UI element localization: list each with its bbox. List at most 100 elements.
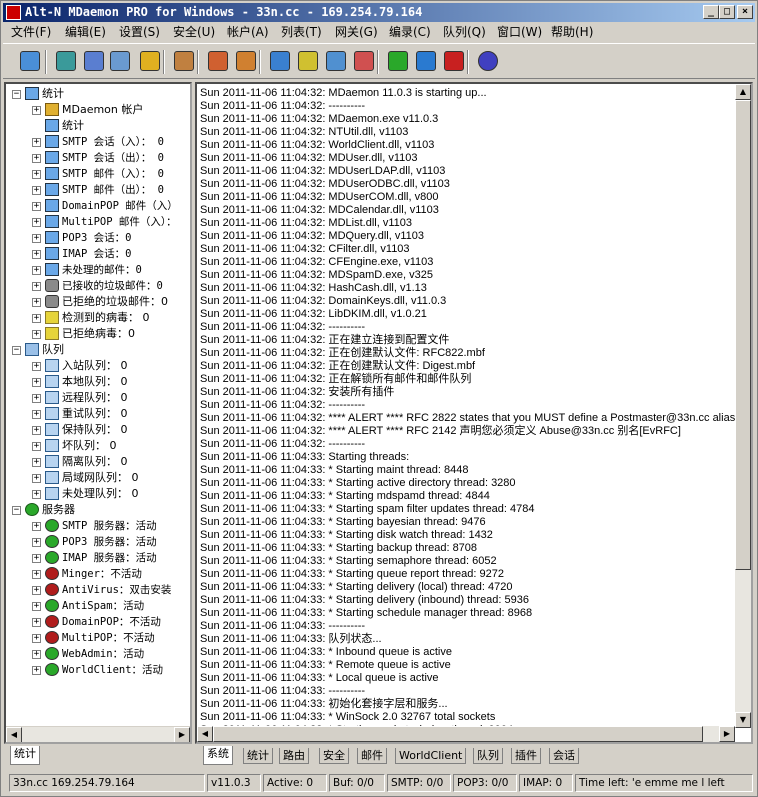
tree-item[interactable]: + 未处理的邮件：0 [32, 262, 190, 278]
menu-item[interactable]: 网关(G) [335, 23, 378, 42]
find-user-button[interactable] [171, 48, 197, 74]
expand-toggle-icon[interactable]: + [32, 154, 41, 163]
refresh-button[interactable] [267, 48, 293, 74]
tree-item[interactable]: + DomainPOP 邮件（入） [32, 198, 190, 214]
menu-item[interactable]: 设置(S) [119, 23, 160, 42]
expand-toggle-icon[interactable]: + [32, 314, 41, 323]
tree-item[interactable]: + 隔离队列： 0 [32, 454, 190, 470]
expand-toggle-icon[interactable]: + [32, 410, 41, 419]
tree-item[interactable]: + 检测到的病毒： 0 [32, 310, 190, 326]
menu-item[interactable]: 帮助(H) [551, 23, 593, 42]
tab-2[interactable]: 路由 [279, 748, 309, 764]
tree-item[interactable]: + 重试队列： 0 [32, 406, 190, 422]
tree-item[interactable]: + SMTP 会话（入）： 0 [32, 134, 190, 150]
menu-item[interactable]: 帐户(A) [227, 23, 269, 42]
expand-toggle-icon[interactable]: + [32, 330, 41, 339]
expand-toggle-icon[interactable]: + [32, 650, 41, 659]
tree-item[interactable]: + 局域网队列： 0 [32, 470, 190, 486]
red-button-button[interactable] [441, 48, 467, 74]
refresh-yellow-button[interactable] [295, 48, 321, 74]
tree-item[interactable]: + SMTP 邮件（入）： 0 [32, 166, 190, 182]
menu-item[interactable]: 编辑(E) [65, 23, 106, 42]
tab-stats[interactable]: 统计 [10, 746, 40, 765]
tree-item[interactable]: + 保持队列： 0 [32, 422, 190, 438]
minimize-button[interactable]: _ [703, 5, 719, 19]
expand-toggle-icon[interactable]: + [32, 538, 41, 547]
tree-item[interactable]: + WebAdmin：活动 [32, 646, 190, 662]
tree-item[interactable]: + 已拒绝的垃圾邮件：0 [32, 294, 190, 310]
tree-item[interactable]: − 统计 [12, 86, 190, 102]
expand-toggle-icon[interactable]: + [32, 426, 41, 435]
tree-item[interactable]: + SMTP 会话（出）： 0 [32, 150, 190, 166]
green-button-button[interactable] [385, 48, 411, 74]
expand-toggle-icon[interactable]: + [32, 282, 41, 291]
expand-toggle-icon[interactable]: + [32, 602, 41, 611]
expand-toggle-icon[interactable]: + [32, 170, 41, 179]
expand-toggle-icon[interactable]: + [32, 570, 41, 579]
tab-5[interactable]: WorldClient [395, 748, 467, 764]
tree-item[interactable]: + 远程队列： 0 [32, 390, 190, 406]
expand-toggle-icon[interactable]: + [32, 458, 41, 467]
expand-toggle-icon[interactable]: + [32, 186, 41, 195]
scroll-left-icon[interactable]: ◀ [6, 727, 22, 742]
expand-toggle-icon[interactable]: + [32, 474, 41, 483]
refresh-blue-button[interactable] [323, 48, 349, 74]
tree-item[interactable]: + MDaemon 帐户 [32, 102, 190, 118]
navigation-tree[interactable]: − 统计 + MDaemon 帐户 统计 + SMTP 会话（入）： 0 + SMTP 会话（出… [4, 82, 192, 744]
scroll-down-icon[interactable]: ▼ [735, 712, 751, 728]
tree-item[interactable]: + 已接收的垃圾邮件：0 [32, 278, 190, 294]
monitor-button[interactable] [17, 48, 43, 74]
menu-item[interactable]: 列表(T) [281, 23, 322, 42]
tree-item[interactable]: − 队列 [12, 342, 190, 358]
tab-1[interactable]: 统计 [243, 748, 273, 764]
tree-item[interactable]: + 已拒绝病毒：0 [32, 326, 190, 342]
expand-toggle-icon[interactable]: − [12, 90, 21, 99]
help-button[interactable] [475, 48, 501, 74]
tree-item[interactable]: + MultiPOP：不活动 [32, 630, 190, 646]
close-button[interactable]: × [737, 5, 753, 19]
tree-item[interactable]: − 服务器 [12, 502, 190, 518]
menu-item[interactable]: 窗口(W) [497, 23, 542, 42]
expand-toggle-icon[interactable]: + [32, 106, 41, 115]
scroll-right-icon[interactable]: ▶ [174, 727, 190, 742]
scroll-thumb[interactable] [213, 726, 703, 742]
filter-button[interactable] [81, 48, 107, 74]
expand-toggle-icon[interactable]: + [32, 394, 41, 403]
tab-3[interactable]: 安全 [319, 748, 349, 764]
tab-4[interactable]: 邮件 [357, 748, 387, 764]
expand-toggle-icon[interactable]: + [32, 378, 41, 387]
tree-item[interactable]: + WorldClient：活动 [32, 662, 190, 678]
expand-toggle-icon[interactable]: + [32, 250, 41, 259]
log-horizontal-scrollbar[interactable]: ◀ ▶ [197, 726, 735, 742]
tree-horizontal-scrollbar[interactable]: ◀ ▶ [6, 726, 190, 742]
users-button[interactable] [233, 48, 259, 74]
tab-7[interactable]: 插件 [511, 748, 541, 764]
expand-toggle-icon[interactable]: + [32, 554, 41, 563]
tree-item[interactable]: + SMTP 服务器：活动 [32, 518, 190, 534]
tree-item[interactable]: + IMAP 服务器：活动 [32, 550, 190, 566]
scroll-right-icon[interactable]: ▶ [719, 726, 735, 742]
refresh-red-button[interactable] [351, 48, 377, 74]
expand-toggle-icon[interactable]: + [32, 138, 41, 147]
blue-button-button[interactable] [413, 48, 439, 74]
tree-item[interactable]: + POP3 会话：0 [32, 230, 190, 246]
tree-item[interactable]: + 入站队列： 0 [32, 358, 190, 374]
scroll-up-icon[interactable]: ▲ [735, 84, 751, 100]
expand-toggle-icon[interactable]: + [32, 234, 41, 243]
expand-toggle-icon[interactable]: + [32, 522, 41, 531]
expand-toggle-icon[interactable]: + [32, 362, 41, 371]
expand-toggle-icon[interactable]: + [32, 634, 41, 643]
menu-item[interactable]: 编录(C) [389, 23, 431, 42]
maximize-button[interactable]: □ [719, 5, 735, 19]
expand-toggle-icon[interactable]: − [12, 506, 21, 515]
lock-button[interactable] [137, 48, 163, 74]
menu-item[interactable]: 文件(F) [11, 23, 51, 42]
tree-item[interactable]: + 坏队列： 0 [32, 438, 190, 454]
expand-toggle-icon[interactable]: + [32, 266, 41, 275]
search-window-button[interactable] [107, 48, 133, 74]
expand-toggle-icon[interactable]: + [32, 586, 41, 595]
user-button[interactable] [205, 48, 231, 74]
expand-toggle-icon[interactable]: + [32, 218, 41, 227]
tree-item[interactable]: + Minger：不活动 [32, 566, 190, 582]
expand-toggle-icon[interactable]: + [32, 202, 41, 211]
